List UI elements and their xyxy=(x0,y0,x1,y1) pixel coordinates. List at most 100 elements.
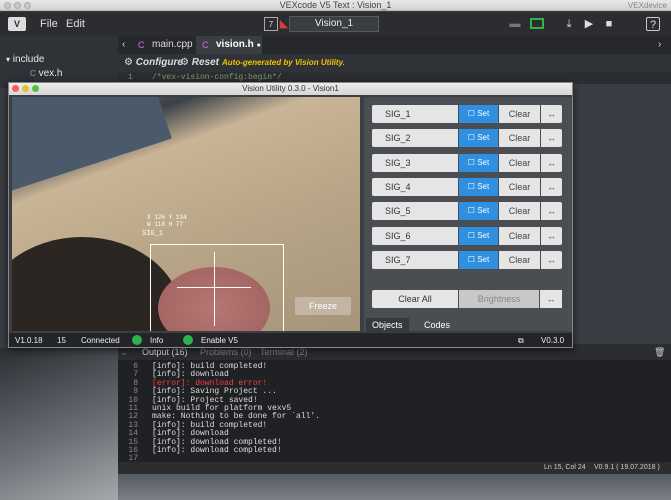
adjust-range-icon[interactable]: ↔ xyxy=(541,177,562,196)
signature-name[interactable]: SIG_3 xyxy=(372,153,458,172)
menubar: V File Edit 7 ◣ Vision_1 ▬ ⤓ ▶ ■ ? xyxy=(0,12,671,36)
clear-signature-button[interactable]: Clear xyxy=(499,250,540,269)
signature-row: SIG_3 ☐ Set Clear ↔ xyxy=(372,153,562,172)
tab-vision-h[interactable]: C vision.h ● xyxy=(196,36,262,54)
auto-generated-note: Auto-generated by Vision Utility. xyxy=(222,58,345,67)
camera-scene xyxy=(12,97,172,192)
signature-name[interactable]: SIG_6 xyxy=(372,226,458,245)
back-chevron-icon[interactable]: ‹ xyxy=(118,36,132,54)
camera-preview[interactable]: X 126 Y 134 W 118 H 77 SIG_1 Freeze xyxy=(12,97,360,331)
window-controls[interactable] xyxy=(12,85,39,92)
app-version: V0.9.1 ( 19.07.2018 ) xyxy=(594,464,660,471)
reset-button[interactable]: ⚙ Reset xyxy=(180,57,219,68)
copy-icon[interactable]: ⧉ xyxy=(518,336,524,346)
tab-output[interactable]: Output (16) xyxy=(142,347,188,357)
brightness-slider[interactable]: Brightness xyxy=(459,290,539,308)
signature-name[interactable]: SIG_1 xyxy=(372,105,458,123)
background-window-title: VEXdevice xyxy=(627,1,667,10)
set-signature-button[interactable]: ☐ Set xyxy=(459,129,498,148)
signature-name[interactable]: SIG_5 xyxy=(372,202,458,221)
signature-name[interactable]: SIG_7 xyxy=(372,250,458,269)
signature-name[interactable]: SIG_2 xyxy=(372,129,458,148)
caret-down-icon: ▾ xyxy=(6,55,11,64)
info-label: Info xyxy=(150,336,164,345)
adjust-range-icon[interactable]: ↔ xyxy=(541,105,562,123)
utility-version: V0.3.0 xyxy=(541,336,565,345)
adjust-range-icon[interactable]: ↔ xyxy=(541,226,562,245)
vex-logo-icon: V xyxy=(8,17,26,31)
gear-icon: ⚙ xyxy=(180,57,189,68)
adjust-range-icon[interactable]: ↔ xyxy=(541,250,562,269)
vision-status-bar: V1.0.18 15 Connected Info Enable V5 ⧉ V0… xyxy=(9,333,572,347)
clear-signature-button[interactable]: Clear xyxy=(499,202,540,221)
vision-utility-window: Vision Utility 0.3.0 - Vision1 X 126 Y 1… xyxy=(8,82,573,348)
set-signature-button[interactable]: ☐ Set xyxy=(459,250,498,269)
signature-row: SIG_6 ☐ Set Clear ↔ xyxy=(372,226,562,245)
info-toggle-indicator[interactable] xyxy=(132,335,142,345)
collapse-chevron-icon[interactable]: ⌄ xyxy=(120,347,128,358)
brightness-arrow-icon[interactable]: ↔ xyxy=(540,290,562,308)
cpp-file-icon: C xyxy=(138,40,145,50)
play-icon[interactable]: ▶ xyxy=(582,17,596,31)
gear-icon: ⚙ xyxy=(124,57,133,68)
checkbox-icon: ☐ xyxy=(467,133,475,143)
desktop-background xyxy=(0,348,118,500)
forward-chevron-icon[interactable]: › xyxy=(654,36,670,54)
cursor-position: Ln 15, Col 24 xyxy=(544,464,586,471)
signature-row: SIG_5 ☐ Set Clear ↔ xyxy=(372,202,562,221)
stop-icon[interactable]: ■ xyxy=(602,17,616,31)
clear-signature-button[interactable]: Clear xyxy=(499,226,540,245)
status-bar: Ln 15, Col 24 V0.9.1 ( 19.07.2018 ) xyxy=(118,462,671,474)
configure-button[interactable]: ⚙ Configure xyxy=(124,57,183,68)
set-signature-button[interactable]: ☐ Set xyxy=(459,177,498,196)
line-number: 1 xyxy=(128,73,133,82)
clear-signature-button[interactable]: Clear xyxy=(499,129,540,148)
tab-terminal[interactable]: Terminal (2) xyxy=(260,347,308,357)
adjust-range-icon[interactable]: ↔ xyxy=(541,202,562,221)
crosshair xyxy=(214,252,215,326)
set-signature-button[interactable]: ☐ Set xyxy=(459,226,498,245)
editor-toolbar: ⚙ Configure ⚙ Reset Auto-generated by Vi… xyxy=(118,54,671,72)
clear-signature-button[interactable]: Clear xyxy=(499,153,540,172)
header-file-icon: C xyxy=(202,40,209,50)
set-signature-button[interactable]: ☐ Set xyxy=(459,202,498,221)
signature-row: SIG_1 ☐ Set Clear ↔ xyxy=(372,105,562,123)
output-console[interactable]: 6 [info]: build completed! 7 [info]: downlo… xyxy=(118,360,671,463)
object-coords: X 126 Y 134 W 118 H 77 xyxy=(147,214,187,228)
help-icon[interactable]: ? xyxy=(646,17,660,31)
signature-row: SIG_7 ☐ Set Clear ↔ xyxy=(372,250,562,269)
enable-v5-label: Enable V5 xyxy=(201,336,238,345)
tree-file-vex-h[interactable]: C vex.h xyxy=(30,68,62,79)
tab-main-cpp[interactable]: C main.cpp xyxy=(132,36,193,54)
set-signature-button[interactable]: ☐ Set xyxy=(459,105,498,123)
menu-edit[interactable]: Edit xyxy=(66,18,85,30)
tree-folder-include[interactable]: ▾ include xyxy=(6,54,45,65)
clear-all-button[interactable]: Clear All xyxy=(372,290,458,308)
fps-counter: 15 xyxy=(57,336,66,345)
project-name-field[interactable]: Vision_1 xyxy=(289,16,379,32)
menu-file[interactable]: File xyxy=(40,18,58,30)
freeze-button[interactable]: Freeze xyxy=(295,297,351,315)
trash-icon[interactable]: 🗑 xyxy=(654,347,665,358)
controller-icon[interactable]: ▬ xyxy=(508,17,522,31)
tab-problems[interactable]: Problems (0) xyxy=(200,347,252,357)
enable-v5-toggle-indicator[interactable] xyxy=(183,335,193,345)
clear-signature-button[interactable]: Clear xyxy=(499,105,540,123)
signature-name[interactable]: SIG_4 xyxy=(372,177,458,196)
checkbox-icon: ☐ xyxy=(467,230,475,240)
signature-row: SIG_4 ☐ Set Clear ↔ xyxy=(372,177,562,196)
adjust-range-icon[interactable]: ↔ xyxy=(541,129,562,148)
tab-objects[interactable]: Objects xyxy=(366,318,409,332)
window-titlebar: VEXcode V5 Text : Vision_1 VEXdevice xyxy=(0,0,671,11)
firmware-version: V1.0.18 xyxy=(15,336,43,345)
signature-row: SIG_2 ☐ Set Clear ↔ xyxy=(372,129,562,148)
checkbox-icon: ☐ xyxy=(467,206,475,216)
slot-icon[interactable]: 7 xyxy=(264,17,278,31)
tab-codes[interactable]: Codes xyxy=(418,318,456,332)
adjust-range-icon[interactable]: ↔ xyxy=(541,153,562,172)
brain-icon[interactable] xyxy=(530,18,544,29)
clear-signature-button[interactable]: Clear xyxy=(499,177,540,196)
set-signature-button[interactable]: ☐ Set xyxy=(459,153,498,172)
download-icon[interactable]: ⤓ xyxy=(562,17,576,31)
header-file-icon: C xyxy=(30,69,36,78)
